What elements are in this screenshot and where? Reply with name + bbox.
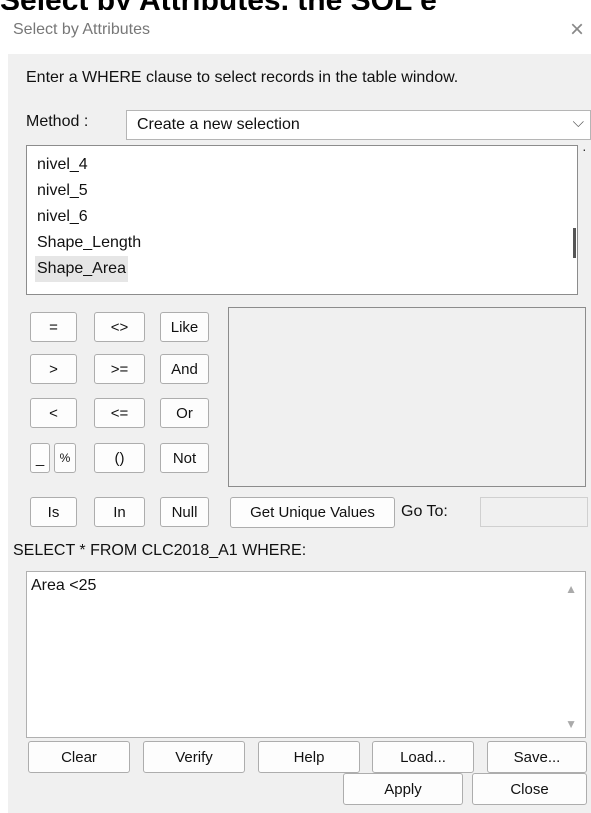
or-button[interactable]: Or bbox=[160, 398, 209, 428]
like-button[interactable]: Like bbox=[160, 312, 209, 342]
field-list[interactable]: nivel_4 nivel_5 nivel_6 Shape_Length Sha… bbox=[26, 145, 578, 295]
greater-than-button[interactable]: > bbox=[30, 354, 77, 384]
verify-button[interactable]: Verify bbox=[143, 741, 245, 773]
select-by-attributes-dialog: Select by Attributes × Enter a WHERE cla… bbox=[8, 10, 591, 813]
parentheses-button[interactable]: () bbox=[94, 443, 145, 473]
and-button[interactable]: And bbox=[160, 354, 209, 384]
scroll-up-icon[interactable]: ▲ bbox=[565, 582, 577, 596]
field-list-item[interactable]: nivel_6 bbox=[35, 204, 90, 230]
less-equal-button[interactable]: <= bbox=[94, 398, 145, 428]
field-list-item[interactable]: nivel_4 bbox=[35, 152, 90, 178]
equals-button[interactable]: = bbox=[30, 312, 77, 342]
method-label: Method : bbox=[26, 113, 89, 130]
apply-button[interactable]: Apply bbox=[343, 773, 463, 805]
is-button[interactable]: Is bbox=[30, 497, 77, 527]
null-button[interactable]: Null bbox=[160, 497, 209, 527]
method-value: Create a new selection bbox=[137, 116, 300, 133]
field-list-item-selected[interactable]: Shape_Area bbox=[35, 256, 128, 282]
field-list-item[interactable]: nivel_5 bbox=[35, 178, 90, 204]
instruction-text: Enter a WHERE clause to select records i… bbox=[26, 69, 459, 86]
less-than-button[interactable]: < bbox=[30, 398, 77, 428]
goto-label: Go To: bbox=[401, 503, 448, 520]
save-button[interactable]: Save... bbox=[487, 741, 587, 773]
greater-equal-button[interactable]: >= bbox=[94, 354, 145, 384]
scroll-down-icon[interactable]: ▼ bbox=[565, 717, 577, 731]
percent-button[interactable]: % bbox=[54, 443, 76, 473]
close-icon[interactable]: × bbox=[563, 14, 591, 46]
dialog-title: Select by Attributes bbox=[13, 21, 150, 38]
select-statement-label: SELECT * FROM CLC2018_A1 WHERE: bbox=[13, 542, 307, 559]
get-unique-values-button[interactable]: Get Unique Values bbox=[230, 497, 395, 528]
underscore-button[interactable]: _ bbox=[30, 443, 50, 473]
field-list-item[interactable]: Shape_Length bbox=[35, 230, 143, 256]
list-scrollbar-thumb[interactable] bbox=[573, 228, 576, 258]
clear-button[interactable]: Clear bbox=[28, 741, 130, 773]
close-button[interactable]: Close bbox=[472, 773, 587, 805]
in-button[interactable]: In bbox=[94, 497, 145, 527]
dot-icon: · bbox=[582, 141, 587, 157]
where-clause-textarea[interactable]: Area <25 ▲ ▼ bbox=[26, 571, 586, 738]
where-clause-text: Area <25 bbox=[31, 577, 97, 594]
not-button[interactable]: Not bbox=[160, 443, 209, 473]
goto-input[interactable] bbox=[480, 497, 588, 527]
chevron-down-icon: ⌵ bbox=[572, 114, 584, 131]
help-button[interactable]: Help bbox=[258, 741, 360, 773]
method-dropdown[interactable]: Create a new selection ⌵ bbox=[126, 110, 591, 140]
title-bar: Select by Attributes × bbox=[8, 10, 591, 54]
unique-values-list[interactable] bbox=[228, 307, 586, 487]
not-equal-button[interactable]: <> bbox=[94, 312, 145, 342]
load-button[interactable]: Load... bbox=[372, 741, 474, 773]
